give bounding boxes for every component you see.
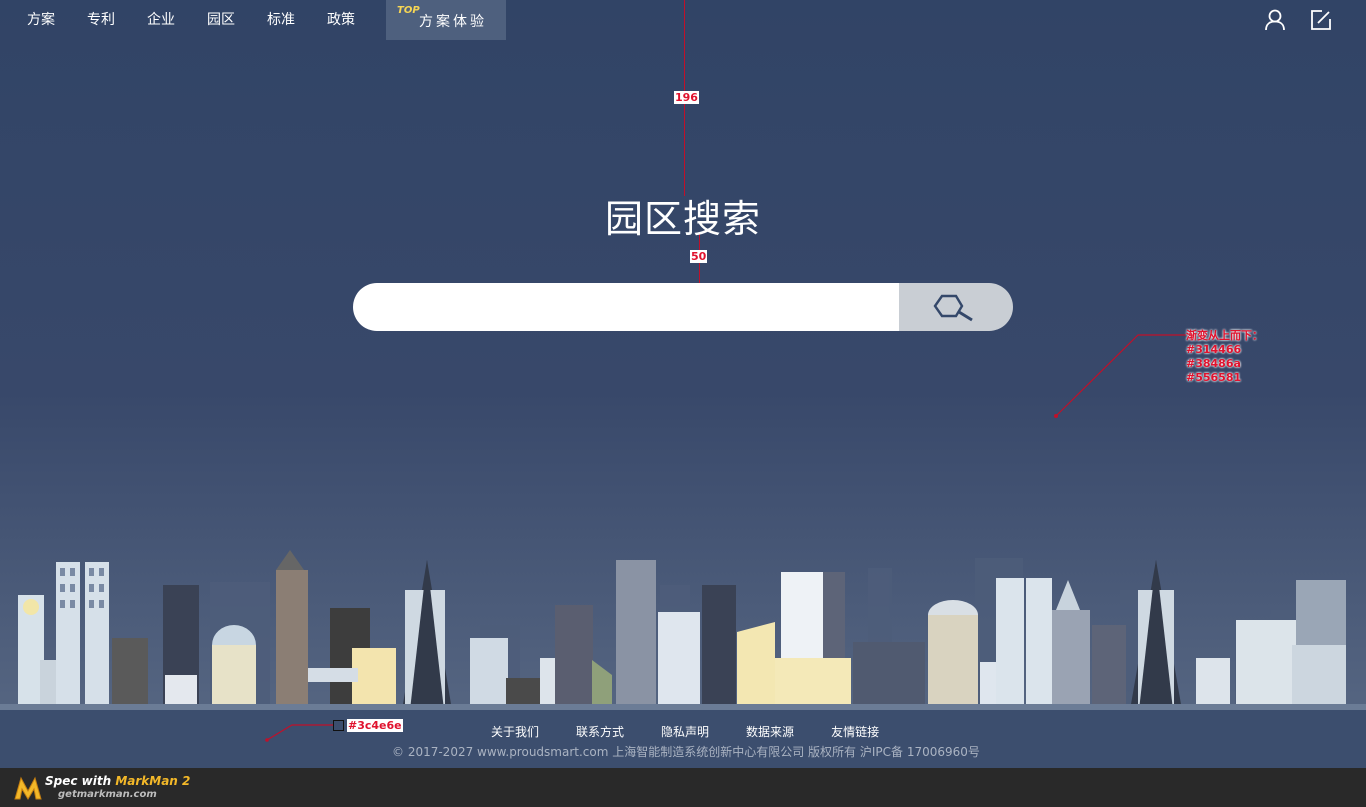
footer-links: 关于我们 联系方式 隐私声明 数据来源 友情链接 bbox=[491, 723, 916, 740]
gradient-note-title: 渐变从上而下： bbox=[1186, 329, 1263, 342]
gradient-color-2: #38486a bbox=[1186, 357, 1241, 370]
markman-title: Spec with MarkMan 2 bbox=[45, 774, 190, 788]
copyright-text: © 2017-2027 www.proudsmart.com 上海智能制造系统创… bbox=[392, 745, 980, 759]
edit-icon[interactable] bbox=[1310, 9, 1332, 31]
search-icon bbox=[933, 294, 973, 322]
footer-link-privacy[interactable]: 隐私声明 bbox=[661, 723, 709, 740]
city-skyline-illustration bbox=[0, 550, 1366, 710]
nav-item-patents[interactable]: 专利 bbox=[87, 0, 120, 40]
footer-link-friend-links[interactable]: 友情链接 bbox=[831, 723, 879, 740]
markman-subtitle: getmarkman.com bbox=[58, 789, 157, 800]
spacing-label-title-search: 50 bbox=[690, 250, 708, 263]
footer-color-swatch bbox=[333, 720, 344, 731]
markman-logo-icon bbox=[14, 776, 42, 800]
hero-section: 方案 专利 企业 园区 标准 政策 TOP 方案体验 196 50 园区搜索 渐… bbox=[0, 0, 1366, 710]
nav-item-policies[interactable]: 政策 bbox=[327, 0, 360, 40]
markman-title-prefix: Spec with bbox=[45, 774, 116, 788]
footer-link-about[interactable]: 关于我们 bbox=[491, 723, 539, 740]
footer-link-data-source[interactable]: 数据来源 bbox=[746, 723, 794, 740]
gradient-color-3: #556581 bbox=[1186, 371, 1242, 384]
gradient-color-1: #314466 bbox=[1186, 343, 1242, 356]
footer: 关于我们 联系方式 隐私声明 数据来源 友情链接 © 2017-2027 www… bbox=[0, 710, 1366, 768]
nav-item-parks[interactable]: 园区 bbox=[207, 0, 240, 40]
nav-item-solution-experience-label: 方案体验 bbox=[419, 14, 487, 30]
top-badge: TOP bbox=[397, 5, 420, 16]
nav-item-solutions[interactable]: 方案 bbox=[27, 0, 60, 40]
footer-color-label: #3c4e6e bbox=[347, 719, 403, 732]
footer-color-pointer bbox=[265, 724, 336, 742]
search-button[interactable] bbox=[899, 283, 1013, 331]
nav-item-enterprises[interactable]: 企业 bbox=[147, 0, 180, 40]
page-title: 园区搜索 bbox=[604, 197, 761, 241]
search-input[interactable] bbox=[353, 283, 899, 331]
top-nav: 方案 专利 企业 园区 标准 政策 bbox=[0, 0, 360, 40]
spacing-label-top: 196 bbox=[674, 91, 699, 104]
nav-item-solution-experience[interactable]: TOP 方案体验 bbox=[386, 0, 506, 40]
markman-brand: MarkMan 2 bbox=[115, 774, 191, 788]
gradient-annotation-pointer bbox=[1054, 334, 1186, 418]
nav-item-standards[interactable]: 标准 bbox=[267, 0, 300, 40]
markman-bar: Spec with MarkMan 2 getmarkman.com bbox=[0, 768, 1366, 807]
footer-link-contact[interactable]: 联系方式 bbox=[576, 723, 624, 740]
gradient-note: 渐变从上而下： #314466 #38486a #556581 bbox=[1186, 329, 1263, 385]
user-icon[interactable] bbox=[1264, 9, 1286, 31]
